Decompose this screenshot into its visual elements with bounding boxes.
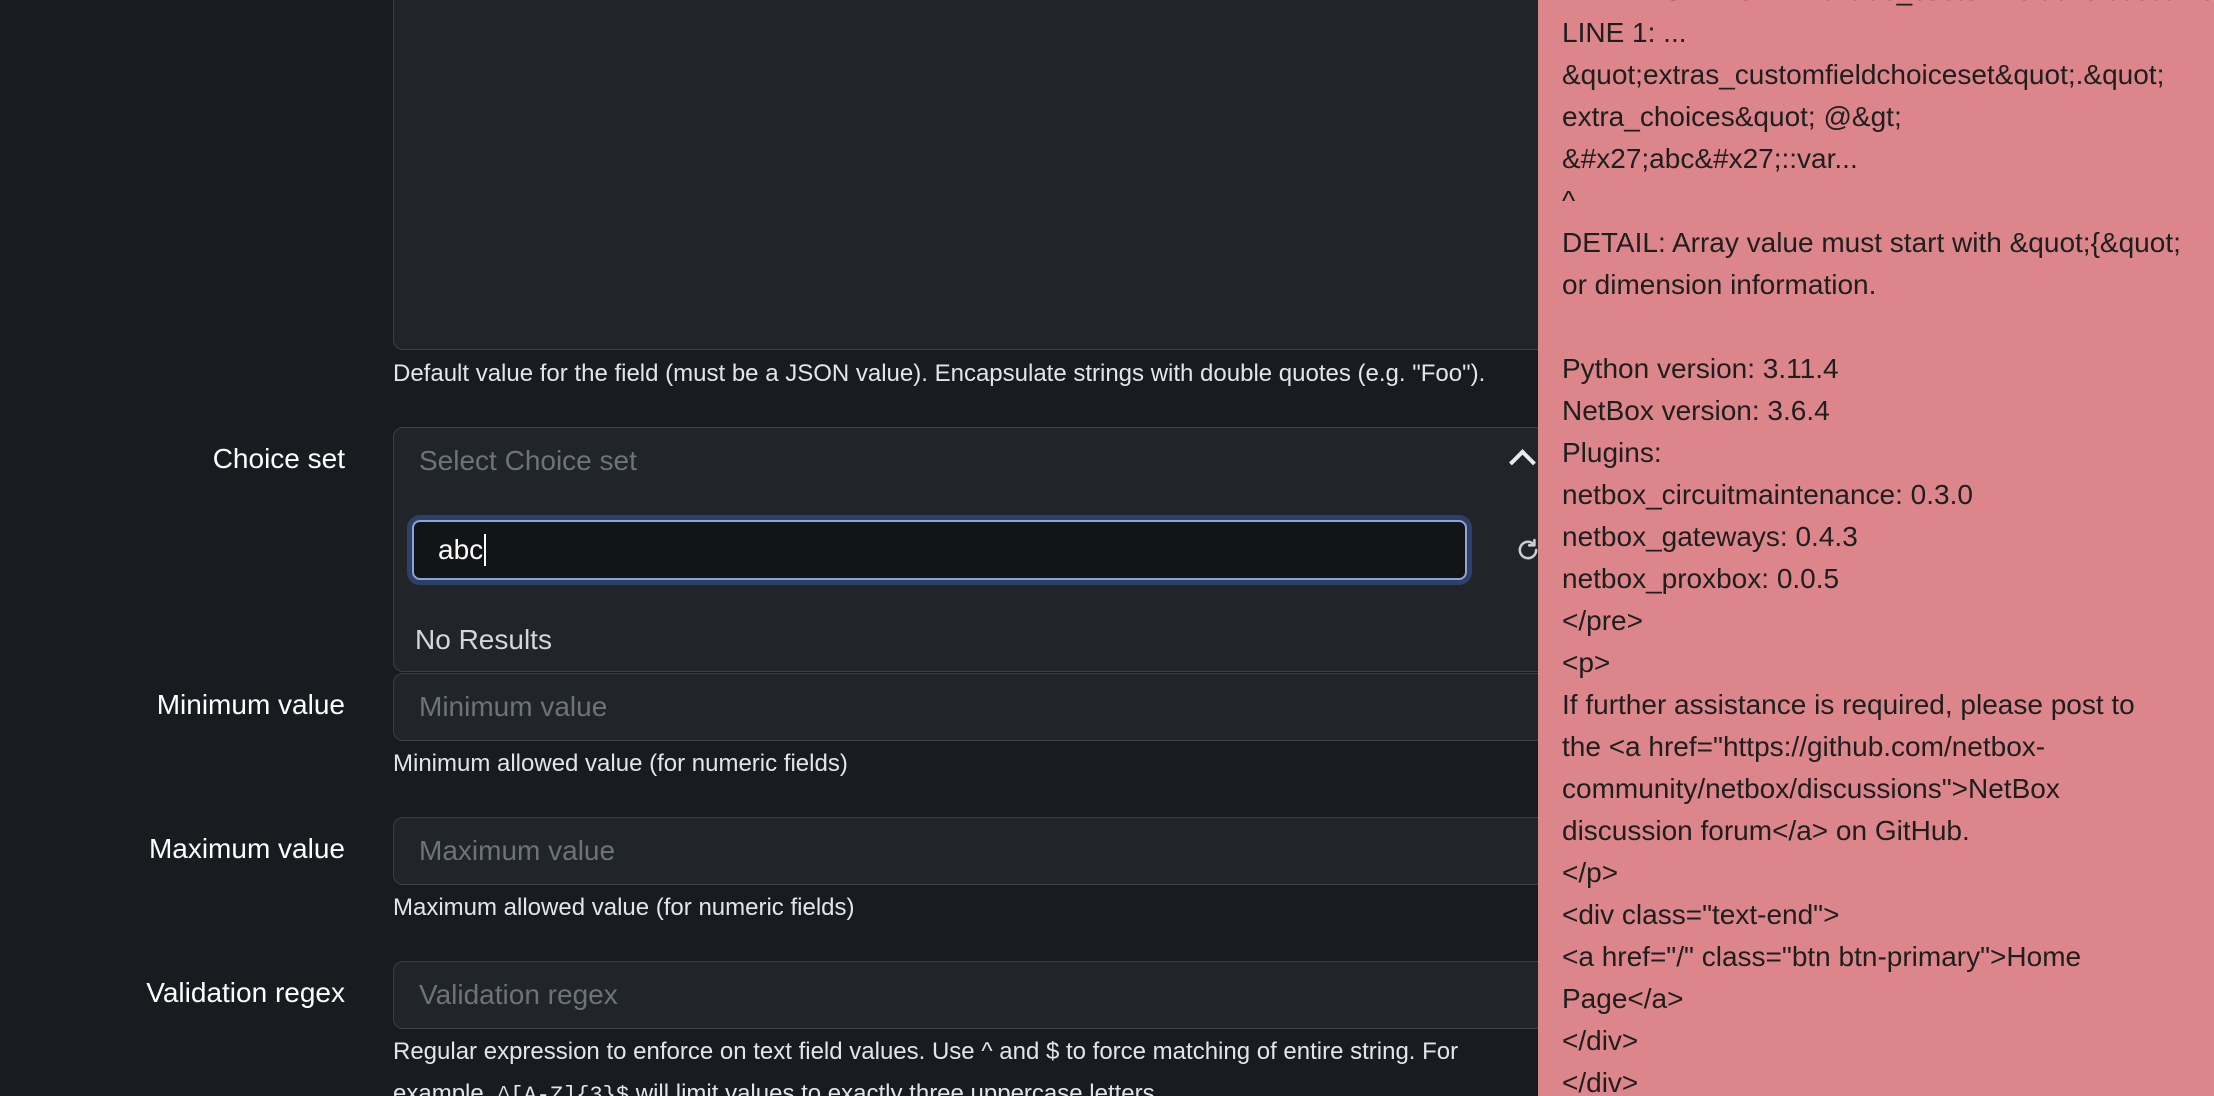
- validation-regex-label: Validation regex: [146, 977, 345, 1008]
- default-value-help: Default value for the field (must be a J…: [393, 360, 1486, 387]
- error-line: If further assistance is required, pleas…: [1562, 689, 2135, 720]
- no-results-message: No Results: [415, 624, 552, 655]
- error-line: &#x27;abc&#x27;::var...: [1562, 143, 1858, 174]
- error-line: LINE 1: SELECT ... "extras_customfieldch…: [1562, 0, 2214, 12]
- text-caret: [484, 534, 487, 566]
- error-line: &quot;extras_customfieldchoiceset&quot;.…: [1562, 59, 2165, 90]
- minimum-value-label: Minimum value: [156, 689, 345, 720]
- error-line: </div>: [1562, 1025, 1639, 1056]
- error-line: ^: [1562, 185, 1576, 216]
- error-line: or dimension information.: [1562, 269, 1877, 300]
- maximum-value-placeholder: Maximum value: [419, 835, 616, 866]
- error-line: <p>: [1562, 647, 1611, 678]
- error-line: </pre>: [1562, 605, 1643, 636]
- error-line: community/netbox/discussions">NetBox: [1562, 773, 2060, 804]
- error-line: [1562, 306, 2214, 348]
- error-line: </p>: [1562, 857, 1619, 888]
- maximum-value-label: Maximum value: [148, 833, 345, 864]
- choice-set-placeholder: Select Choice set: [419, 445, 637, 476]
- choice-set-search-input[interactable]: abc: [412, 520, 1467, 580]
- error-line: Python version: 3.11.4: [1562, 353, 1839, 384]
- error-line: NetBox version: 3.6.4: [1562, 395, 1830, 426]
- error-line: the <a href="https://github.com/netbox-: [1562, 731, 2046, 762]
- error-line: </div>: [1562, 1067, 1639, 1096]
- error-line: Plugins:: [1562, 437, 1662, 468]
- error-line: netbox_proxbox: 0.0.5: [1562, 563, 1840, 594]
- regex-example-code: ^[A-Z]{3}$: [497, 1083, 630, 1096]
- error-text-lines: LINE 1: SELECT ... "extras_customfieldch…: [1562, 0, 2214, 1096]
- help-prefix: example,: [393, 1080, 498, 1096]
- error-panel: LINE 1: SELECT ... "extras_customfieldch…: [1538, 0, 2214, 1096]
- default-value-textarea[interactable]: [393, 0, 1693, 350]
- minimum-value-placeholder: Minimum value: [419, 691, 608, 722]
- error-line: Page</a>: [1562, 983, 1684, 1014]
- help-suffix: will limit values to exactly three upper…: [629, 1080, 1162, 1096]
- search-input-value: abc: [438, 534, 484, 565]
- error-line: netbox_circuitmaintenance: 0.3.0: [1562, 479, 1973, 510]
- choice-set-select[interactable]: Select Choice set: [393, 427, 1583, 495]
- error-line: LINE 1: ...: [1562, 17, 1687, 48]
- validation-regex-help-line2: example, ^[A-Z]{3}$ will limit values to…: [393, 1080, 1161, 1096]
- minimum-value-input[interactable]: Minimum value: [393, 673, 1693, 741]
- error-line: discussion forum</a> on GitHub.: [1562, 815, 1970, 846]
- error-line: DETAIL: Array value must start with &quo…: [1562, 227, 2181, 258]
- error-line: extra_choices&quot; @&gt;: [1562, 101, 1902, 132]
- choice-set-dropdown: abc No Results: [393, 494, 1579, 672]
- validation-regex-help-line1: Regular expression to enforce on text fi…: [393, 1038, 1459, 1065]
- maximum-value-help: Maximum allowed value (for numeric field…: [393, 894, 855, 921]
- page: Default value for the field (must be a J…: [0, 0, 2214, 1096]
- validation-regex-input[interactable]: Validation regex: [393, 961, 1693, 1029]
- error-line: <a href="/" class="btn btn-primary">Home: [1562, 941, 2082, 972]
- maximum-value-input[interactable]: Maximum value: [393, 817, 1693, 885]
- choice-set-label: Choice set: [212, 443, 345, 474]
- minimum-value-help: Minimum allowed value (for numeric field…: [393, 750, 848, 777]
- error-line: <div class="text-end">: [1562, 899, 1840, 930]
- error-line: netbox_gateways: 0.4.3: [1562, 521, 1858, 552]
- validation-regex-placeholder: Validation regex: [419, 979, 618, 1010]
